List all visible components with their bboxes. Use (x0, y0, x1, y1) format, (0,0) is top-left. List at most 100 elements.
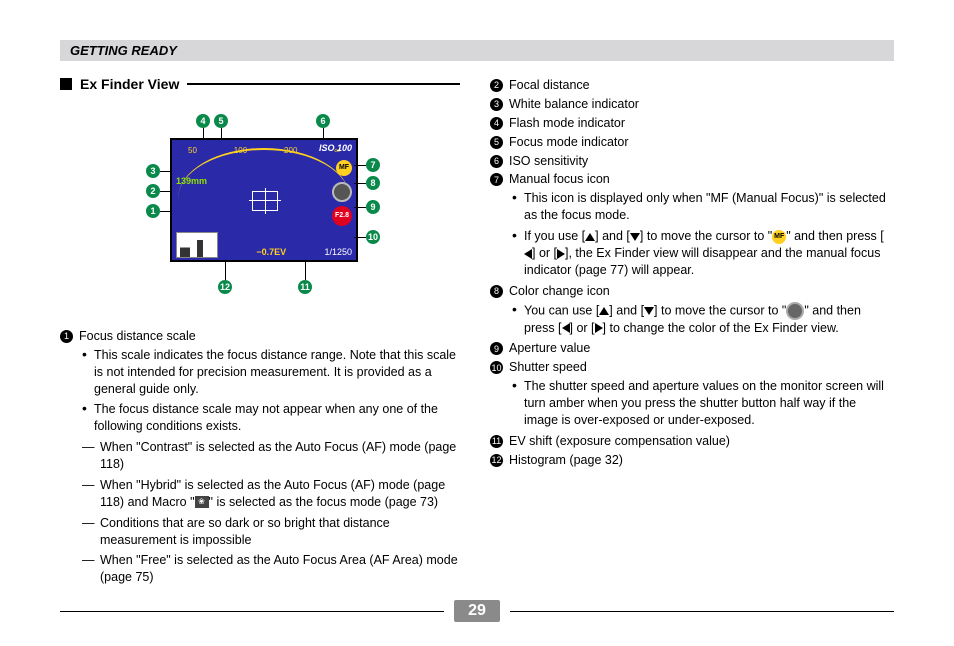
text: ] and [ (595, 229, 630, 243)
text: Shutter speed (509, 359, 587, 376)
down-key-icon (644, 307, 654, 315)
legend-item-11: 11EV shift (exposure compensation value) (490, 433, 890, 450)
callout-8: 8 (366, 176, 380, 190)
bullet: If you use [ ] and [ ] to move the cursor … (512, 228, 890, 279)
leader-line (160, 171, 172, 172)
callout-1: 1 (146, 204, 160, 218)
arc-num: 50 (188, 146, 197, 157)
shutter-readout: 1/1250 (324, 246, 352, 258)
arc-num: 100 (234, 146, 247, 157)
number-badge-10: 10 (490, 361, 503, 374)
callout-11: 11 (298, 280, 312, 294)
callout-3: 3 (146, 164, 160, 178)
text: Focus mode indicator (509, 134, 629, 151)
text: ] to move the cursor to " (640, 229, 772, 243)
bullet: This scale indicates the focus distance … (82, 347, 460, 398)
callout-10: 10 (366, 230, 380, 244)
text: ] to move the cursor to " (654, 303, 786, 317)
legend-item-5: 5 Focus mode indicator (490, 134, 890, 151)
leader-line (354, 237, 366, 238)
legend-item-3: 3 White balance indicator (490, 96, 890, 113)
text: Focal distance (509, 77, 590, 94)
left-column: Ex Finder View 50 100 200 ∞ ISO 100 139m… (60, 75, 460, 590)
text: ] to change the color of the Ex Finder v… (603, 321, 839, 335)
legend-item-8-bullets: You can use [] and [] to move the cursor… (512, 302, 890, 337)
up-key-icon (599, 307, 609, 315)
callout-6: 6 (316, 114, 330, 128)
leader-line (354, 183, 366, 184)
number-badge-11: 11 (490, 435, 503, 448)
legend-item-7: 7 Manual focus icon (490, 171, 890, 188)
color-change-icon (332, 182, 352, 202)
legend-item-4: 4Flash mode indicator (490, 115, 890, 132)
leader-line (225, 260, 226, 280)
leader-line (354, 165, 366, 166)
leader-line (221, 128, 222, 140)
manual-page: GETTING READY Ex Finder View 50 100 200 … (0, 0, 954, 646)
number-badge-2: 2 (490, 79, 503, 92)
section-header: GETTING READY (60, 40, 894, 61)
text: You can use [ (524, 303, 599, 317)
legend-item-6: 6ISO sensitivity (490, 153, 890, 170)
number-badge-3: 3 (490, 98, 503, 111)
two-column-layout: Ex Finder View 50 100 200 ∞ ISO 100 139m… (60, 75, 894, 590)
text: Color change icon (509, 283, 610, 300)
mf-inline-icon: MF (772, 230, 786, 244)
histogram-icon (176, 232, 218, 258)
legend-item-8: 8 Color change icon (490, 283, 890, 300)
callout-7: 7 (366, 158, 380, 172)
leader-line (323, 128, 324, 140)
legend-item-12: 12Histogram (page 32) (490, 452, 890, 469)
text: Flash mode indicator (509, 115, 625, 132)
ex-finder-diagram: 50 100 200 ∞ ISO 100 139mm MF F2.8 −0.7E… (110, 108, 410, 308)
aperture-readout: F2.8 (332, 206, 352, 226)
iso-readout: ISO 100 (319, 142, 352, 154)
text: Manual focus icon (509, 171, 610, 188)
number-badge-1: 1 (60, 330, 73, 343)
text: ], the Ex Finder view will disappear and… (524, 246, 880, 277)
right-key-icon (557, 249, 565, 259)
number-badge-9: 9 (490, 342, 503, 355)
legend-item-1: 1 Focus distance scale (60, 328, 460, 345)
leader-line (160, 211, 172, 212)
legend-item-10-bullets: The shutter speed and aperture values on… (512, 378, 890, 429)
number-badge-12: 12 (490, 454, 503, 467)
text: " is selected as the focus mode (page 73… (209, 495, 439, 509)
leader-line (160, 191, 172, 192)
text: " and then press [ (786, 229, 884, 243)
macro-icon: ❀ (195, 496, 209, 508)
text: ] or [ (570, 321, 595, 335)
callout-9: 9 (366, 200, 380, 214)
right-column: 2 Focal distance 3 White balance indicator… (490, 75, 890, 590)
callout-12: 12 (218, 280, 232, 294)
legend-item-2: 2 Focal distance (490, 77, 890, 94)
callout-5: 5 (214, 114, 228, 128)
right-key-icon (595, 323, 603, 333)
subsection-title-text: Ex Finder View (80, 75, 179, 94)
dash-item: When "Free" is selected as the Auto Focu… (82, 552, 460, 586)
number-badge-5: 5 (490, 136, 503, 149)
square-bullet-icon (60, 78, 72, 90)
left-key-icon (524, 249, 532, 259)
leader-line (305, 260, 306, 280)
text: If you use [ (524, 229, 585, 243)
leader-line (203, 128, 204, 140)
number-badge-7: 7 (490, 173, 503, 186)
footer-rule (510, 611, 894, 612)
text: ] or [ (532, 246, 557, 260)
dash-item: Conditions that are so dark or so bright… (82, 515, 460, 549)
leader-line (354, 207, 366, 208)
text: Aperture value (509, 340, 590, 357)
bullet: This icon is displayed only when "MF (Ma… (512, 190, 890, 224)
arc-num: 200 (284, 146, 297, 157)
color-change-inline-icon (786, 302, 804, 320)
title-rule (187, 83, 460, 85)
number-badge-8: 8 (490, 285, 503, 298)
af-frame-icon (252, 191, 278, 211)
text: White balance indicator (509, 96, 639, 113)
page-footer: 29 (60, 600, 894, 622)
legend-item-10: 10 Shutter speed (490, 359, 890, 376)
legend-item-1-title: Focus distance scale (79, 328, 196, 345)
legend-item-7-bullets: This icon is displayed only when "MF (Ma… (512, 190, 890, 278)
ev-readout: −0.7EV (256, 246, 286, 258)
